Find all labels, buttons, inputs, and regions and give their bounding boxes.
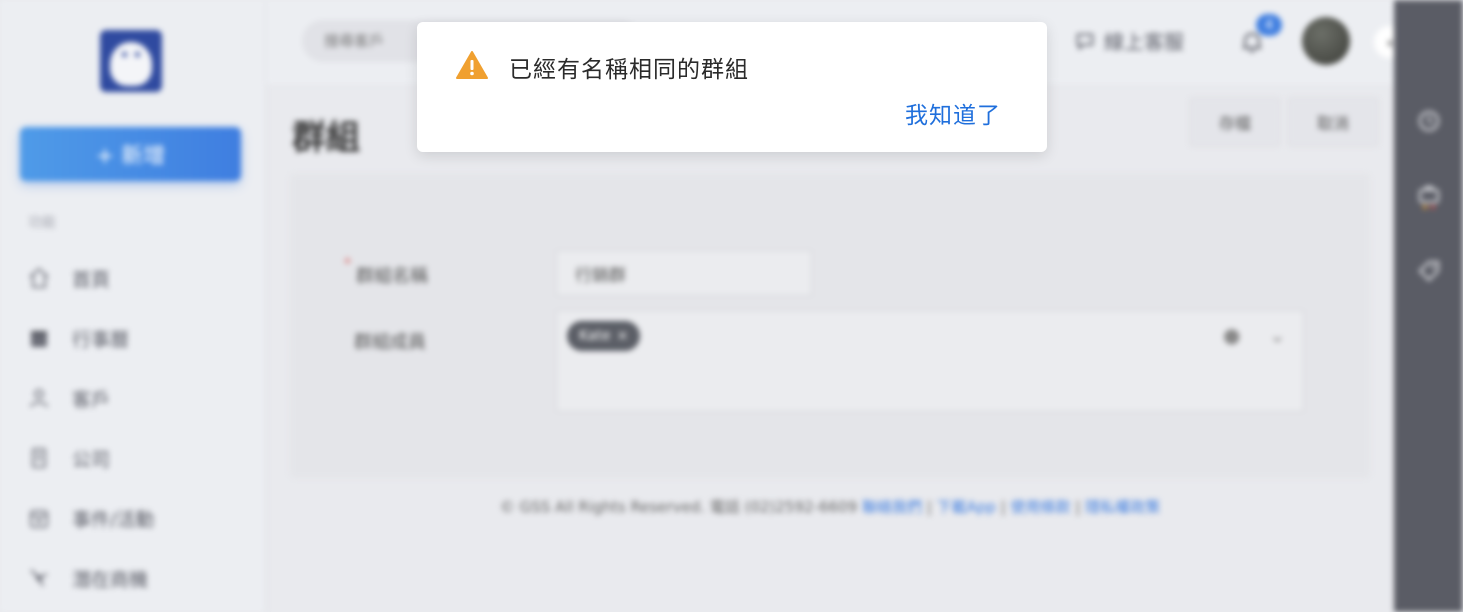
notification-badge: 4 — [1256, 14, 1282, 36]
member-tag[interactable]: Kate × — [567, 321, 641, 351]
clock-icon[interactable] — [1416, 108, 1442, 134]
footer: © GSS All Rights Reserved. 電話 (02)2592-6… — [0, 496, 1463, 517]
clear-icon[interactable]: ● — [1223, 323, 1240, 347]
contact-link[interactable]: 聯絡我們 — [862, 498, 922, 516]
required-mark: * — [344, 256, 351, 272]
sidebar-nav: 首頁 行事曆 客戶 公司 事件/活動 潛在商機 — [0, 248, 266, 608]
calendar-icon — [26, 325, 52, 351]
tag-icon[interactable] — [1416, 258, 1442, 284]
chevron-down-icon[interactable]: ⌄ — [1269, 323, 1286, 347]
sidebar-item-calendar[interactable]: 行事曆 — [0, 308, 266, 368]
group-name-label: 群組名稱 — [356, 266, 428, 287]
avatar[interactable] — [1302, 17, 1350, 65]
warning-icon — [456, 51, 488, 79]
close-icon[interactable]: × — [617, 328, 629, 344]
footer-separator: | — [1000, 498, 1006, 516]
footer-separator: | — [926, 498, 932, 516]
sidebar-item-label: 首頁 — [72, 268, 111, 291]
chevron-left-icon: ‹ — [1386, 32, 1394, 52]
alert-dialog: 已經有名稱相同的群組 我知道了 — [417, 22, 1047, 152]
building-icon — [26, 445, 52, 471]
save-button[interactable]: 存檔 — [1190, 98, 1280, 146]
group-members-label: 群組成員 — [354, 332, 426, 353]
support-label: 線上客服 — [1104, 30, 1184, 54]
right-rail — [1394, 0, 1463, 612]
sidebar-item-label: 公司 — [72, 448, 111, 471]
group-members-select[interactable]: Kate × ● ⌄ — [556, 310, 1304, 412]
briefcase-icon[interactable] — [1416, 184, 1442, 210]
chat-icon — [1076, 33, 1094, 51]
support-button[interactable]: 線上客服 — [1074, 26, 1184, 55]
alert-message: 已經有名稱相同的群組 — [509, 57, 749, 83]
sidebar-item-home[interactable]: 首頁 — [0, 248, 266, 308]
sidebar-item-label: 潛在商機 — [72, 568, 149, 591]
home-icon — [26, 265, 52, 291]
new-button[interactable]: + 新增 — [20, 127, 241, 181]
sidebar: + 新增 功能 首頁 行事曆 客戶 公司 事件/活動 潛在商機 — [0, 0, 266, 612]
member-tag-label: Kate — [579, 328, 611, 344]
sidebar-item-customers[interactable]: 客戶 — [0, 368, 266, 428]
acknowledge-button[interactable]: 我知道了 — [905, 96, 1001, 130]
logo — [100, 30, 162, 92]
terms-link[interactable]: 使用條款 — [1011, 498, 1071, 516]
sidebar-item-label: 行事曆 — [72, 328, 130, 351]
group-name-input[interactable]: 行銷群 — [556, 250, 812, 296]
sidebar-item-opportunity[interactable]: 潛在商機 — [0, 548, 266, 608]
page-title: 群組 — [292, 118, 360, 158]
download-app-link[interactable]: 下載App — [937, 498, 996, 516]
footer-separator: | — [1075, 498, 1081, 516]
cancel-button[interactable]: 取消 — [1288, 98, 1378, 146]
sidebar-item-label: 客戶 — [72, 388, 111, 411]
copyright-text: © GSS All Rights Reserved. 電話 (02)2592-6… — [499, 498, 858, 516]
opportunity-icon — [26, 565, 52, 591]
section-label: 功能 — [28, 215, 56, 231]
sidebar-item-company[interactable]: 公司 — [0, 428, 266, 488]
user-icon — [26, 385, 52, 411]
privacy-link[interactable]: 隱私權政策 — [1085, 498, 1160, 516]
